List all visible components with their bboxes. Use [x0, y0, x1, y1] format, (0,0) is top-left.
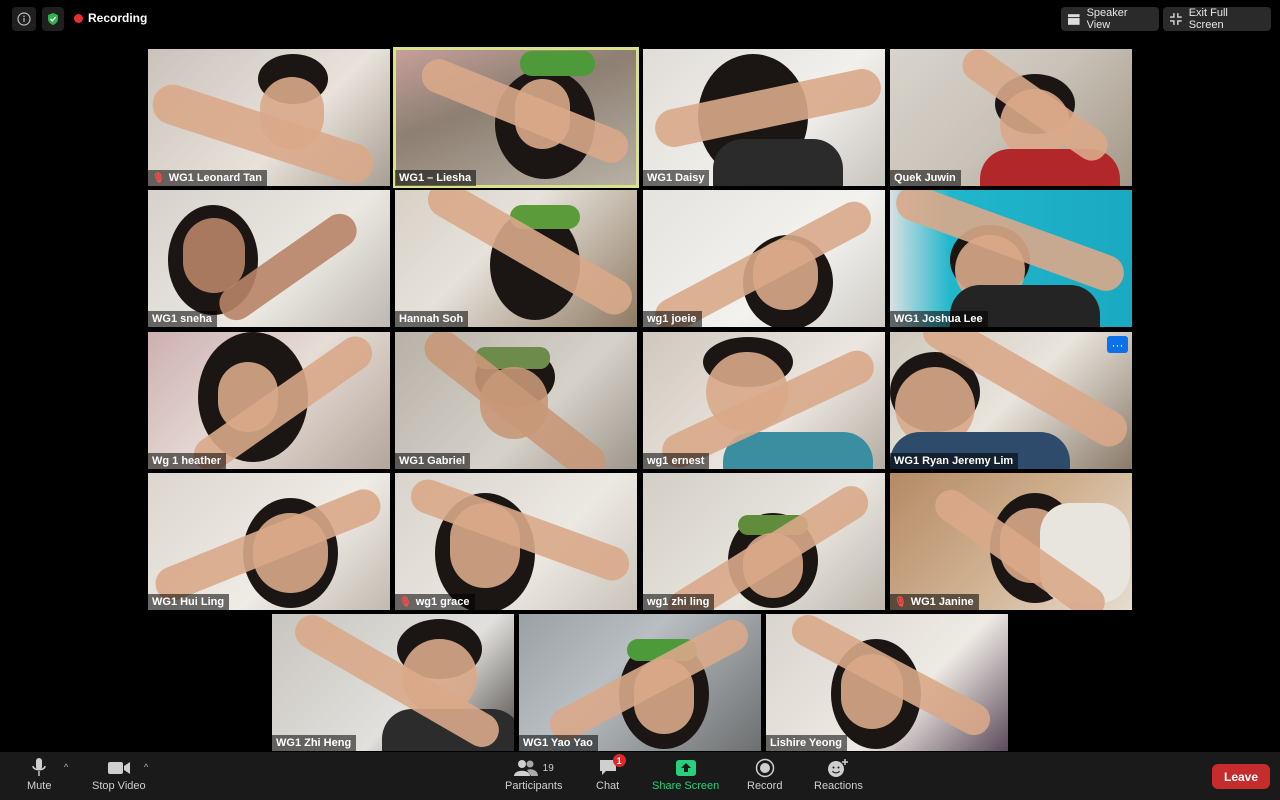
participant-name: WG1 Daisy [647, 172, 705, 184]
participant-tile[interactable]: 🎙 wg1 grace [395, 473, 637, 610]
mute-label: Mute [27, 780, 52, 792]
participant-name: WG1 Ryan Jeremy Lim [894, 455, 1014, 467]
participant-name: wg1 ernest [647, 455, 705, 467]
share-screen-icon [675, 760, 696, 776]
participant-tile[interactable]: wg1 zhi ling [643, 473, 885, 610]
participant-name: wg1 joeie [647, 313, 697, 325]
participant-tile[interactable]: wg1 ernest [643, 332, 885, 469]
mic-muted-icon: 🎙 [152, 172, 165, 184]
chat-unread-badge: 1 [612, 754, 626, 767]
participant-tile[interactable]: WG1 Zhi Heng [272, 614, 514, 751]
participant-name-tag: WG1 Yao Yao [519, 735, 598, 751]
participant-tile[interactable]: 🎙 WG1 Janine [890, 473, 1132, 610]
participant-more-button[interactable]: ··· [1107, 336, 1128, 353]
mic-muted-icon: 🎙 [399, 596, 412, 608]
share-screen-label: Share Screen [652, 780, 720, 792]
record-button[interactable]: Record [747, 756, 782, 792]
participant-name: WG1 Joshua Lee [894, 313, 983, 325]
record-icon-wrap [755, 756, 775, 780]
participants-label: Participants [505, 780, 563, 792]
audio-options-chevron-icon[interactable]: ^ [64, 762, 68, 772]
participant-name-tag: Quek Juwin [890, 170, 961, 186]
participant-name-tag: WG1 Joshua Lee [890, 311, 988, 327]
gallery-grid: 🎙 WG1 Leonard Tan WG1 – Liesha WG1 Daisy… [0, 0, 1280, 752]
participant-name-tag: wg1 zhi ling [643, 594, 715, 610]
record-label: Record [747, 780, 783, 792]
participant-name: WG1 Leonard Tan [168, 172, 263, 184]
chat-button[interactable]: 1 Chat [596, 754, 626, 792]
participant-name-tag: Lishire Yeong [766, 735, 847, 751]
record-icon [755, 758, 774, 778]
reactions-icon-wrap [827, 756, 849, 780]
participant-tile[interactable]: ··· WG1 Ryan Jeremy Lim [890, 332, 1132, 469]
participant-name: wg1 zhi ling [647, 596, 710, 608]
share-icon-wrap [675, 756, 697, 780]
participant-name: Hannah Soh [399, 313, 464, 325]
mute-button[interactable]: Mute [27, 756, 51, 792]
chat-label: Chat [596, 780, 620, 792]
chat-icon-wrap: 1 [598, 754, 626, 780]
participant-name: WG1 – Liesha [399, 172, 472, 184]
participant-name-tag: WG1 Gabriel [395, 453, 471, 469]
participant-name: Quek Juwin [894, 172, 956, 184]
participants-count: 19 [542, 762, 554, 774]
participant-name-tag: WG1 Ryan Jeremy Lim [890, 453, 1019, 469]
emoji-reaction-icon [828, 759, 849, 777]
video-camera-icon [107, 762, 130, 774]
participant-name: WG1 Zhi Heng [276, 737, 352, 749]
participant-tile[interactable]: Quek Juwin [890, 49, 1132, 186]
participant-tile[interactable]: WG1 Hui Ling [148, 473, 390, 610]
participant-name-tag: 🎙 wg1 grace [395, 594, 475, 610]
participants-icon [513, 760, 538, 776]
participant-tile[interactable]: Wg 1 heather [148, 332, 390, 469]
participant-name: WG1 Gabriel [399, 455, 466, 467]
participant-name-tag: WG1 – Liesha [395, 170, 477, 186]
participant-name: wg1 grace [415, 596, 470, 608]
participant-tile[interactable]: WG1 Joshua Lee [890, 190, 1132, 327]
participant-tile[interactable]: WG1 Daisy [643, 49, 885, 186]
participants-icon-wrap: 19 [513, 756, 554, 780]
participant-tile[interactable]: Hannah Soh [395, 190, 637, 327]
participant-name-tag: Hannah Soh [395, 311, 469, 327]
participant-tile[interactable]: Lishire Yeong [766, 614, 1008, 751]
participant-name-tag: 🎙 WG1 Leonard Tan [148, 170, 268, 186]
meeting-controls-bar: Mute ^ Stop Video ^ 19 Participants 1 Ch… [0, 752, 1280, 800]
participant-name: WG1 Yao Yao [523, 737, 593, 749]
mic-muted-icon: 🎙 [894, 596, 907, 608]
participant-name-tag: WG1 Daisy [643, 170, 710, 186]
participant-name-tag: WG1 Hui Ling [148, 594, 230, 610]
participant-name: WG1 sneha [152, 313, 212, 325]
participant-tile[interactable]: WG1 Yao Yao [519, 614, 761, 751]
reactions-button[interactable]: Reactions [814, 756, 863, 792]
participant-name-tag: wg1 joeie [643, 311, 702, 327]
participant-tile[interactable]: wg1 joeie [643, 190, 885, 327]
more-options-icon: ··· [1111, 337, 1124, 352]
participant-name-tag: Wg 1 heather [148, 453, 227, 469]
participants-button[interactable]: 19 Participants [505, 756, 562, 792]
participant-name: Wg 1 heather [152, 455, 222, 467]
stop-video-button[interactable]: Stop Video [92, 756, 146, 792]
participant-name-tag: 🎙 WG1 Janine [890, 594, 979, 610]
participant-name-tag: wg1 ernest [643, 453, 710, 469]
reactions-label: Reactions [814, 780, 863, 792]
participant-name: WG1 Hui Ling [152, 596, 225, 608]
camera-icon-wrap [107, 756, 131, 780]
participant-tile[interactable]: WG1 Gabriel [395, 332, 637, 469]
participant-tile[interactable]: 🎙 WG1 Leonard Tan [148, 49, 390, 186]
stop-video-label: Stop Video [92, 780, 146, 792]
video-options-chevron-icon[interactable]: ^ [144, 762, 148, 772]
microphone-icon [32, 758, 46, 776]
participant-name: WG1 Janine [910, 596, 974, 608]
participant-tile-active-speaker[interactable]: WG1 – Liesha [393, 47, 639, 188]
participant-name: Lishire Yeong [770, 737, 842, 749]
participant-name-tag: WG1 Zhi Heng [272, 735, 357, 751]
participant-name-tag: WG1 sneha [148, 311, 217, 327]
participant-tile[interactable]: WG1 sneha [148, 190, 390, 327]
mic-icon-wrap [31, 756, 47, 780]
share-screen-button[interactable]: Share Screen [652, 756, 719, 792]
frog-hat-icon [520, 51, 595, 76]
leave-meeting-button[interactable]: Leave [1212, 764, 1270, 789]
